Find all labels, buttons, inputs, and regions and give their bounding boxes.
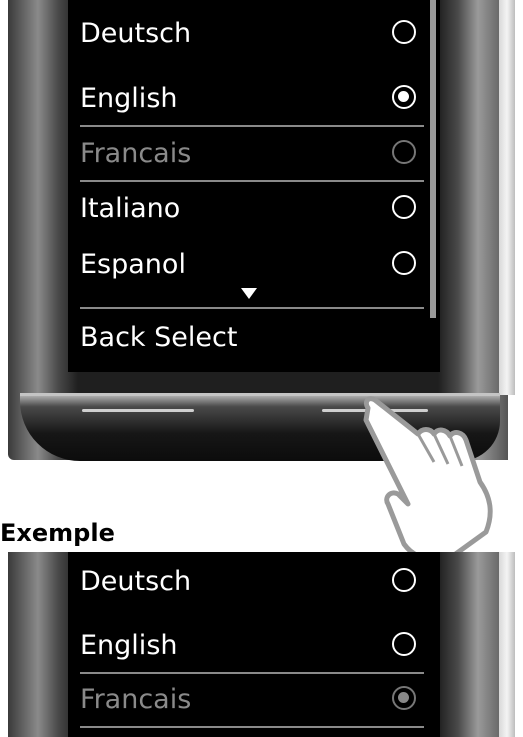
language-label: English (80, 630, 178, 661)
language-option-francais[interactable]: Francais (78, 676, 424, 724)
softkey-bar: Back Select (80, 314, 237, 362)
pointing-hand-icon (363, 396, 493, 562)
language-option-italiano[interactable]: Italiano (78, 185, 424, 233)
language-label: Italiano (80, 193, 181, 224)
phone-illustration-bottom: Deutsch English Francais (0, 552, 523, 737)
select-softkey[interactable]: Select (154, 322, 237, 353)
language-option-deutsch[interactable]: Deutsch (78, 10, 424, 58)
language-label: Deutsch (80, 18, 192, 49)
radio-button-icon[interactable] (392, 140, 416, 164)
divider (80, 672, 424, 674)
radio-button-icon[interactable] (392, 85, 416, 109)
language-option-espanol[interactable]: Espanol (78, 241, 424, 289)
scrollbar[interactable] (430, 0, 436, 318)
phone-edge (499, 552, 515, 737)
radio-button-icon[interactable] (392, 195, 416, 219)
radio-button-icon[interactable] (392, 251, 416, 275)
divider (80, 726, 424, 728)
scroll-down-arrow-icon (241, 288, 257, 299)
language-option-francais[interactable]: Francais (78, 130, 424, 178)
language-label: English (80, 83, 178, 114)
phone-illustration-top: Deutsch English Francais Italiano Espano… (0, 0, 523, 562)
language-option-english[interactable]: English (78, 75, 424, 123)
left-softkey-button[interactable] (82, 409, 194, 412)
language-label: Francais (80, 684, 192, 715)
radio-button-icon[interactable] (392, 568, 416, 592)
radio-button-icon[interactable] (392, 686, 416, 710)
language-option-deutsch[interactable]: Deutsch (78, 558, 424, 606)
back-softkey[interactable]: Back (80, 322, 154, 353)
divider (80, 125, 424, 127)
language-label: Espanol (80, 249, 186, 280)
radio-button-icon[interactable] (392, 20, 416, 44)
divider (80, 307, 424, 309)
language-option-english[interactable]: English (78, 622, 424, 670)
phone-edge (499, 0, 515, 395)
divider (80, 180, 424, 182)
language-label: Francais (80, 138, 192, 169)
language-label: Deutsch (80, 566, 192, 597)
radio-button-icon[interactable] (392, 632, 416, 656)
caption-heading: Exemple (0, 519, 115, 547)
